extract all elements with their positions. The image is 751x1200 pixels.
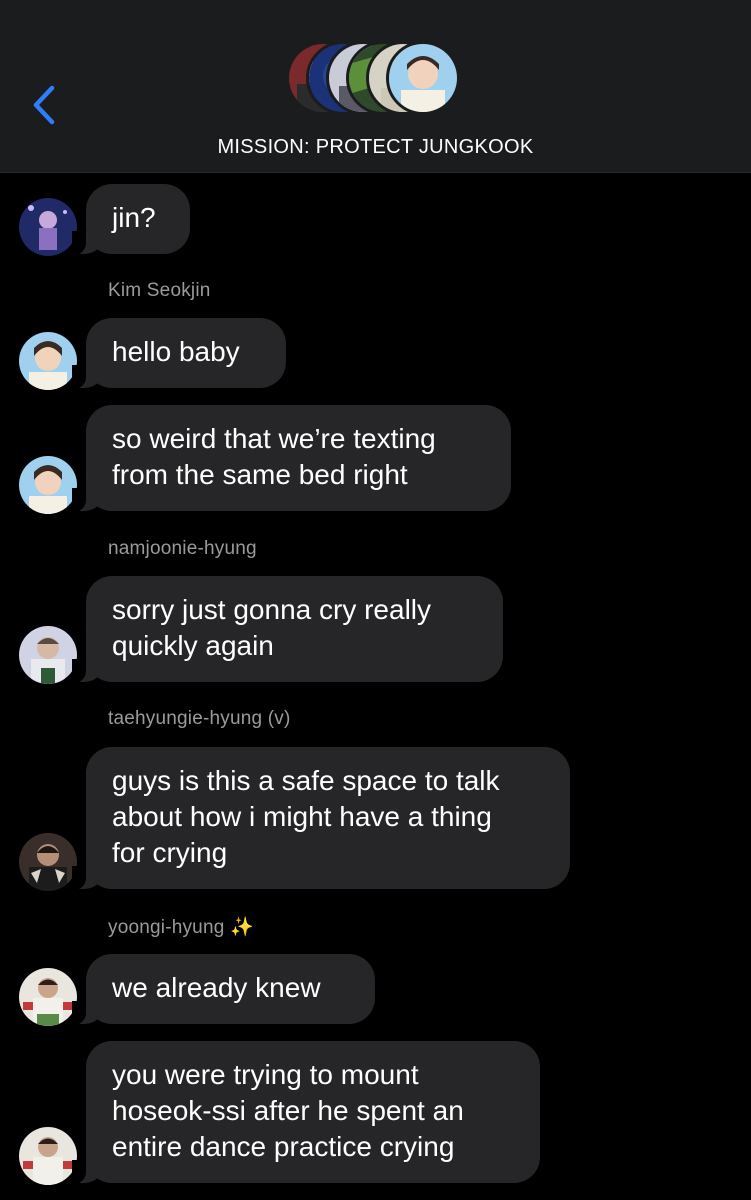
avatar[interactable]	[19, 332, 77, 390]
group-title[interactable]: MISSION: PROTECT JUNGKOOK	[0, 136, 751, 159]
message-bubble[interactable]: you were trying to mount hoseok-ssi afte…	[72, 1041, 540, 1184]
sender-name: yoongi-hyung ✨	[108, 917, 254, 938]
back-button[interactable]	[22, 80, 66, 130]
message-text-line: hoseok-ssi after he spent an	[112, 1095, 464, 1126]
message-text-line: so weird that we’re texting	[112, 423, 436, 454]
avatar[interactable]	[19, 833, 77, 891]
message-bubble[interactable]: so weird that we’re texting from the sam…	[72, 405, 511, 512]
message-text-line: from the same bed right	[112, 459, 408, 490]
chevron-left-icon	[33, 85, 55, 125]
sender-name: Kim Seokjin	[108, 280, 211, 301]
message-text-line: entire dance practice crying	[112, 1131, 455, 1162]
message-text-line: sorry just gonna cry really	[112, 594, 432, 625]
avatar[interactable]	[19, 198, 77, 256]
message-bubble[interactable]: jin?	[72, 184, 190, 255]
message-bubble[interactable]: guys is this a safe space to talk about …	[72, 747, 570, 890]
group-member-avatar	[386, 41, 460, 115]
sender-name: namjoonie-hyung	[108, 538, 257, 559]
message-text-line: about how i might have a thing	[112, 801, 492, 832]
message-text-line: for crying	[112, 837, 228, 868]
avatar[interactable]	[19, 1127, 77, 1185]
avatar[interactable]	[19, 626, 77, 684]
message-bubble[interactable]: we already knew	[72, 954, 375, 1025]
sender-name: taehyungie-hyung (v)	[108, 708, 291, 729]
chat-header: MISSION: PROTECT JUNGKOOK	[0, 0, 751, 173]
message-text-line: you were trying to mount	[112, 1059, 419, 1090]
message-bubble[interactable]: sorry just gonna cry really quickly agai…	[72, 576, 503, 683]
message-text-line: guys is this a safe space to talk	[112, 765, 500, 796]
message-text-line: quickly again	[112, 630, 274, 661]
avatar[interactable]	[19, 456, 77, 514]
message-text: we already knew	[112, 972, 321, 1003]
group-avatar-stack[interactable]	[286, 41, 466, 121]
avatar[interactable]	[19, 968, 77, 1026]
message-text: hello baby	[112, 336, 240, 367]
message-bubble[interactable]: hello baby	[72, 318, 286, 389]
message-text: jin?	[112, 202, 156, 233]
